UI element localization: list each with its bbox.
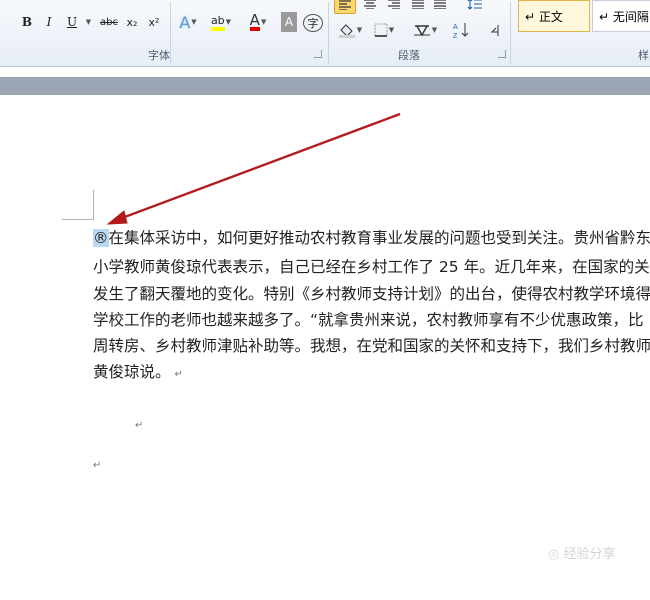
watermark: ◎ 经验分享 bbox=[548, 547, 616, 562]
annotation-arrow bbox=[106, 112, 401, 225]
